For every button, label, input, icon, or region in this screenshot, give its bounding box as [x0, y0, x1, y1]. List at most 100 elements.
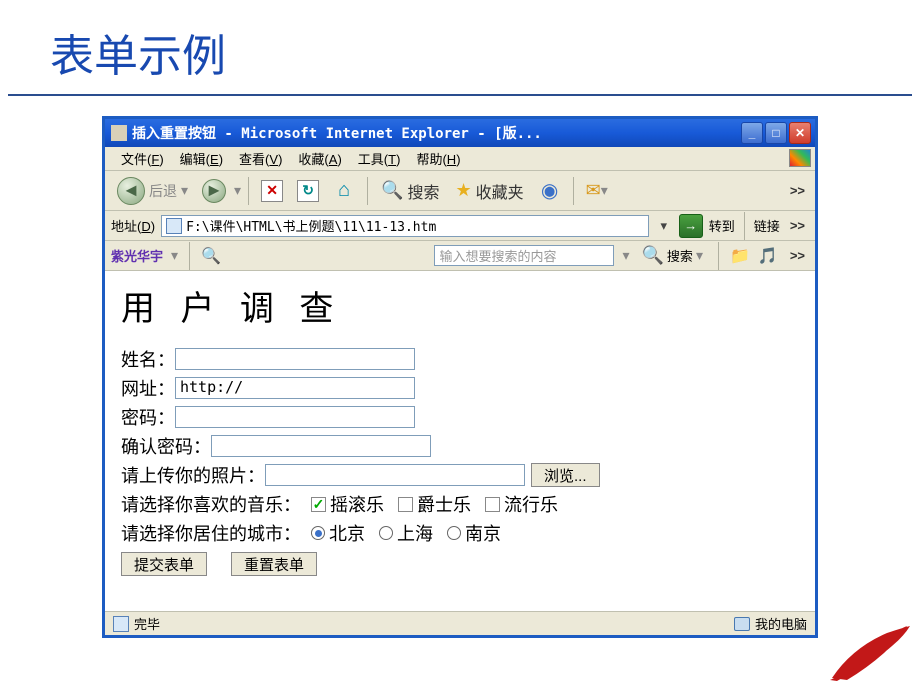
- page-icon: [166, 218, 182, 234]
- checkbox-icon: ✓: [311, 497, 326, 512]
- menu-view[interactable]: 查看(V): [231, 147, 290, 170]
- refresh-button[interactable]: ↻: [292, 175, 324, 207]
- menu-help[interactable]: 帮助(H): [408, 147, 468, 170]
- close-button[interactable]: ✕: [789, 122, 811, 144]
- address-separator: [744, 212, 745, 240]
- menu-tools[interactable]: 工具(T): [350, 147, 409, 170]
- extra-search-drop[interactable]: ▾: [622, 247, 629, 264]
- address-input[interactable]: F:\课件\HTML\书上例题\11\11-13.htm: [161, 215, 649, 237]
- media-button[interactable]: ◉: [534, 175, 566, 207]
- slide-title: 表单示例: [0, 0, 920, 94]
- tool-icon-2[interactable]: 🎵: [758, 246, 778, 266]
- address-path: F:\课件\HTML\书上例题\11\11-13.htm: [186, 216, 436, 235]
- address-dropdown[interactable]: ▾: [655, 218, 673, 234]
- forward-button[interactable]: ►: [198, 175, 230, 207]
- computer-icon: [734, 617, 750, 631]
- corner-logo: [812, 618, 912, 688]
- tool-icon-1[interactable]: 📁: [730, 246, 750, 266]
- confirm-label: 确认密码：: [121, 433, 211, 459]
- stop-button[interactable]: ✕: [256, 175, 288, 207]
- back-label: 后退: [149, 181, 177, 201]
- links-label[interactable]: 链接: [754, 216, 780, 235]
- mail-button[interactable]: ✉▾: [581, 175, 613, 207]
- media-icon: ◉: [541, 178, 558, 203]
- menu-favorites[interactable]: 收藏(A): [290, 147, 349, 170]
- forward-drop[interactable]: ▾: [234, 182, 241, 199]
- minimize-button[interactable]: _: [741, 122, 763, 144]
- brand-label[interactable]: 紫光华宇: [111, 246, 163, 265]
- home-button[interactable]: ⌂: [328, 175, 360, 207]
- title-bar: 插入重置按钮 - Microsoft Internet Explorer - […: [105, 119, 815, 147]
- ie-icon: [111, 125, 127, 141]
- page-heading: 用 户 调 查: [121, 281, 799, 330]
- checkbox-pop[interactable]: 流行乐: [485, 491, 558, 517]
- search-label: 搜索: [407, 179, 439, 203]
- checkbox-rock[interactable]: ✓ 摇滚乐: [311, 491, 384, 517]
- brand-drop[interactable]: ▾: [171, 247, 178, 264]
- go-button[interactable]: →: [679, 214, 703, 238]
- pop-label: 流行乐: [504, 491, 558, 517]
- address-bar: 地址(D) F:\课件\HTML\书上例题\11\11-13.htm ▾ → 转…: [105, 211, 815, 241]
- back-icon: ◄: [117, 177, 145, 205]
- reset-button[interactable]: 重置表单: [231, 552, 317, 576]
- search-button[interactable]: 🔍 搜索: [375, 175, 445, 207]
- title-underline: [8, 94, 912, 96]
- beijing-label: 北京: [329, 520, 365, 546]
- radio-nanjing[interactable]: 南京: [447, 520, 501, 546]
- extra-sep: [189, 242, 190, 270]
- shanghai-label: 上海: [397, 520, 433, 546]
- browser-window: 插入重置按钮 - Microsoft Internet Explorer - […: [102, 116, 818, 638]
- address-overflow[interactable]: >>: [786, 218, 809, 233]
- checkbox-jazz[interactable]: 爵士乐: [398, 491, 471, 517]
- page-content: 用 户 调 查 姓名： 网址： http:// 密码： 确认密码： 请上传你的照…: [105, 271, 815, 611]
- status-done: 完毕: [134, 614, 160, 633]
- rock-label: 摇滚乐: [330, 491, 384, 517]
- menu-file[interactable]: 文件(F): [113, 147, 172, 170]
- address-label: 地址(D): [111, 216, 155, 235]
- name-input[interactable]: [175, 348, 415, 370]
- windows-flag-icon: [789, 149, 811, 167]
- status-zone: 我的电脑: [755, 614, 807, 633]
- status-page-icon: [113, 616, 129, 632]
- maximize-button[interactable]: □: [765, 122, 787, 144]
- tool-icon[interactable]: 🔍: [201, 246, 221, 266]
- extra-search-input[interactable]: 输入想要搜索的内容: [434, 245, 614, 266]
- stop-icon: ✕: [261, 180, 283, 202]
- url-input[interactable]: http://: [175, 377, 415, 399]
- menu-edit[interactable]: 编辑(E): [172, 147, 231, 170]
- menu-bar: 文件(F) 编辑(E) 查看(V) 收藏(A) 工具(T) 帮助(H): [105, 147, 815, 171]
- jazz-label: 爵士乐: [417, 491, 471, 517]
- mail-icon: ✉: [586, 180, 601, 201]
- password-input[interactable]: [175, 406, 415, 428]
- window-controls: _ □ ✕: [741, 122, 811, 144]
- submit-button[interactable]: 提交表单: [121, 552, 207, 576]
- search-icon-2: 🔍: [642, 245, 664, 266]
- refresh-icon: ↻: [297, 180, 319, 202]
- nanjing-label: 南京: [465, 520, 501, 546]
- forward-icon: ►: [202, 179, 226, 203]
- toolbar-overflow[interactable]: >>: [786, 183, 809, 198]
- upload-input[interactable]: [265, 464, 525, 486]
- music-label: 请选择你喜欢的音乐：: [121, 491, 301, 517]
- radio-beijing[interactable]: 北京: [311, 520, 365, 546]
- password-label: 密码：: [121, 404, 175, 430]
- browse-button[interactable]: 浏览...: [531, 463, 600, 487]
- favorites-label: 收藏夹: [476, 179, 524, 203]
- checkbox-icon: [485, 497, 500, 512]
- toolbar-separator-2: [367, 177, 368, 205]
- window-title: 插入重置按钮 - Microsoft Internet Explorer - […: [132, 123, 741, 143]
- extra-search-button[interactable]: 🔍 搜索 ▾: [638, 245, 707, 266]
- extra-overflow[interactable]: >>: [786, 248, 809, 263]
- extra-toolbar: 紫光华宇 ▾ 🔍 输入想要搜索的内容 ▾ 🔍 搜索 ▾ 📁 🎵 >>: [105, 241, 815, 271]
- back-button[interactable]: ◄ 后退 ▾: [111, 175, 194, 207]
- toolbar: ◄ 后退 ▾ ► ▾ ✕ ↻ ⌂ 🔍 搜索 ★ 收藏夹 ◉ ✉▾ >>: [105, 171, 815, 211]
- home-icon: ⌂: [333, 180, 355, 202]
- confirm-input[interactable]: [211, 435, 431, 457]
- extra-search-label: 搜索: [667, 246, 693, 265]
- toolbar-separator: [248, 177, 249, 205]
- radio-icon: [311, 526, 325, 540]
- status-bar: 完毕 我的电脑: [105, 611, 815, 635]
- radio-shanghai[interactable]: 上海: [379, 520, 433, 546]
- url-label: 网址：: [121, 375, 175, 401]
- favorites-button[interactable]: ★ 收藏夹: [450, 175, 530, 207]
